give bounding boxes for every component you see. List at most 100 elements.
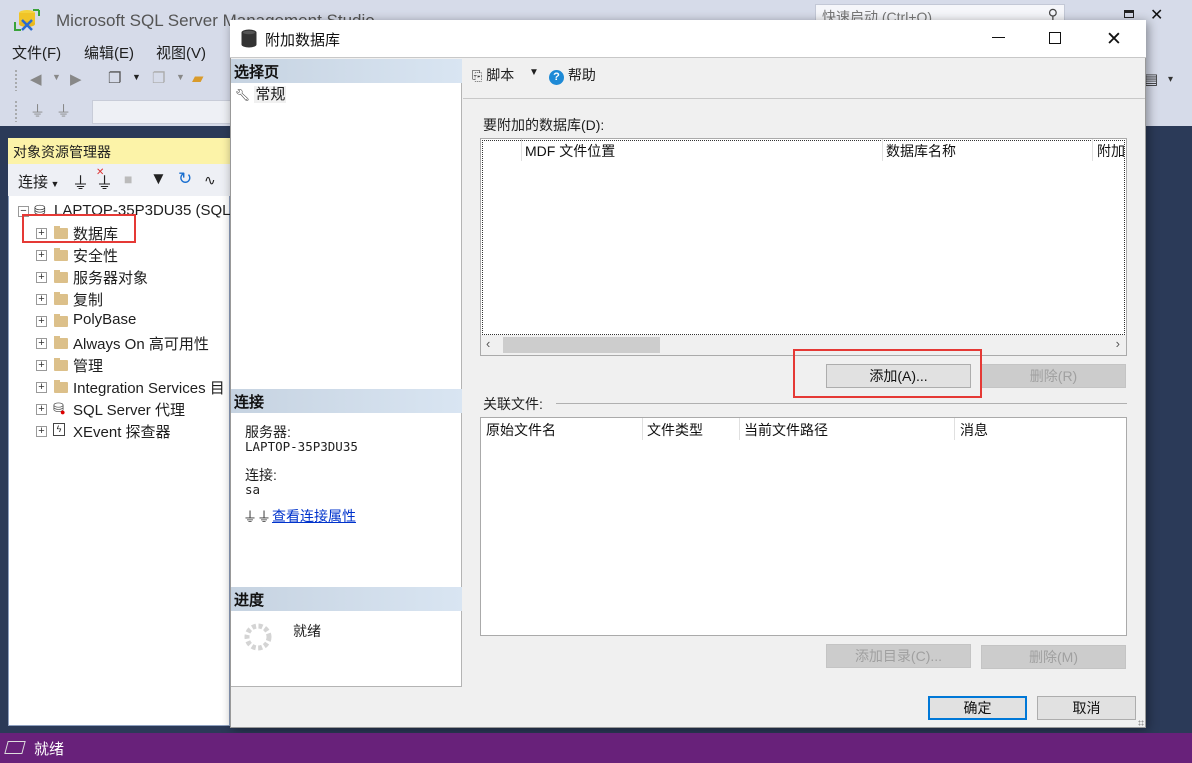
toolbar-grip[interactable] <box>14 69 18 91</box>
add-catalog-button[interactable]: 添加目录(C)... <box>826 644 971 668</box>
help-button[interactable]: ? 帮助 <box>549 65 596 85</box>
column-separator <box>739 418 740 440</box>
column-header-original-file-name[interactable]: 原始文件名 <box>486 420 556 440</box>
database-selector[interactable] <box>92 100 232 124</box>
column-separator <box>521 139 522 161</box>
scroll-right-icon[interactable]: › <box>1116 336 1120 351</box>
status-text: 就绪 <box>34 741 65 758</box>
disconnect-icon[interactable]: ✕ ⏚ <box>96 167 113 194</box>
connect-dropdown[interactable]: 连接 ▼ <box>18 171 59 192</box>
expand-icon[interactable]: + <box>36 294 47 305</box>
scroll-left-icon[interactable]: ‹ <box>486 336 490 351</box>
cancel-button[interactable]: 取消 <box>1037 696 1136 720</box>
connect-icon[interactable]: ⏚ <box>30 100 45 121</box>
app-maximize-button[interactable] <box>1124 10 1134 18</box>
new-item-icon[interactable]: ❐ <box>152 69 165 87</box>
tree-label: PolyBase <box>73 311 137 328</box>
separator-line <box>556 403 1127 404</box>
connect-plug-icon[interactable]: ⏚ <box>72 169 89 194</box>
folder-icon <box>54 314 68 327</box>
column-header-database-name[interactable]: 数据库名称 <box>886 141 956 161</box>
dialog-toolbar: ⎘ 脚本 ▼ ? 帮助 <box>463 59 1145 99</box>
new-item-dropdown-icon[interactable]: ▼ <box>176 72 185 82</box>
object-explorer-title: 对象资源管理器 <box>8 138 230 164</box>
expand-icon[interactable]: + <box>36 338 47 349</box>
expand-icon[interactable]: + <box>36 382 47 393</box>
refresh-icon[interactable]: ↻ <box>178 169 192 189</box>
menu-edit[interactable]: 编辑(E) <box>84 42 134 63</box>
menu-view[interactable]: 视图(V) <box>156 42 206 63</box>
ok-button[interactable]: 确定 <box>928 696 1027 720</box>
expand-icon[interactable]: + <box>36 360 47 371</box>
tree-node-server-objects[interactable]: + 服务器对象 <box>8 266 230 288</box>
select-page-header: 选择页 <box>231 59 462 83</box>
progress-spinner-icon <box>244 623 272 651</box>
column-header-message[interactable]: 消息 <box>960 420 988 440</box>
script-label: 脚本 <box>486 67 515 83</box>
tree-node-integration-services[interactable]: + Integration Services 目 <box>8 376 230 398</box>
column-header-attach-as[interactable]: 附加 <box>1097 141 1125 161</box>
open-folder-icon[interactable]: ▰ <box>192 69 204 87</box>
grid-focus-rect <box>482 140 1125 335</box>
tree-node-management[interactable]: + 管理 <box>8 354 230 376</box>
dialog-close-button[interactable]: ✕ <box>1106 28 1122 51</box>
resize-grip[interactable] <box>1138 720 1144 726</box>
expand-icon[interactable]: + <box>36 404 47 415</box>
tree-node-polybase[interactable]: + PolyBase <box>8 310 230 332</box>
remove-file-button[interactable]: 删除(M) <box>981 645 1126 669</box>
related-files-label: 关联文件: <box>483 396 543 412</box>
script-dropdown-icon[interactable]: ▼ <box>529 67 539 78</box>
tree-node-replication[interactable]: + 复制 <box>8 288 230 310</box>
column-separator <box>954 418 955 440</box>
tree-node-always-on[interactable]: + Always On 高可用性 <box>8 332 230 354</box>
stop-icon[interactable]: ■ <box>124 171 132 187</box>
expand-icon[interactable]: + <box>36 272 47 283</box>
tree-node-xevent[interactable]: + ϟ XEvent 探查器 <box>8 420 230 442</box>
remove-database-button[interactable]: 删除(R) <box>981 364 1126 388</box>
database-icon <box>241 29 257 48</box>
tree-label: 安全性 <box>73 248 119 265</box>
connection-plug-icon: ⏚⏚ <box>243 509 271 525</box>
script-button[interactable]: ⎘ 脚本 <box>472 65 514 85</box>
related-files-grid[interactable]: 原始文件名 文件类型 当前文件路径 消息 <box>480 417 1127 636</box>
page-general[interactable]: 🔧︎ 常规 <box>235 83 287 104</box>
tree-node-sql-agent[interactable]: + ⛁ ● SQL Server 代理 <box>8 398 230 420</box>
column-separator <box>882 139 883 161</box>
back-dropdown-icon[interactable]: ▼ <box>52 72 61 82</box>
toolbar-overflow-icon[interactable]: ▾ <box>1168 74 1173 85</box>
annotation-highlight <box>793 349 982 398</box>
tree-label: Integration Services 目 <box>73 380 225 397</box>
activity-monitor-icon[interactable]: ∿ <box>204 172 216 189</box>
change-connection-icon[interactable]: ⏚ <box>56 100 71 121</box>
help-label: 帮助 <box>567 67 596 83</box>
toolbox-icon[interactable]: ▤ <box>1144 70 1158 88</box>
status-bar <box>0 733 1192 763</box>
new-query-dropdown-icon[interactable]: ▼ <box>132 72 141 82</box>
expand-icon[interactable]: + <box>36 426 47 437</box>
dialog-maximize-button[interactable] <box>1049 32 1061 44</box>
forward-icon[interactable]: ▶ <box>70 70 82 88</box>
tree-node-security[interactable]: + 安全性 <box>8 244 230 266</box>
back-icon[interactable]: ◀ <box>30 70 42 88</box>
toolbar-grip[interactable] <box>14 100 18 122</box>
filter-icon[interactable]: ▼ <box>150 169 167 189</box>
view-connection-properties-link[interactable]: 查看连接属性 <box>272 506 356 526</box>
connection-header: 连接 <box>231 389 462 413</box>
chevron-down-icon: ▼ <box>48 179 60 189</box>
expand-icon[interactable]: + <box>36 250 47 261</box>
annotation-highlight <box>22 214 136 243</box>
dialog-title: 附加数据库 <box>265 32 341 49</box>
menu-file[interactable]: 文件(F) <box>12 42 61 63</box>
column-header-file-type[interactable]: 文件类型 <box>647 420 703 440</box>
tree-label: 管理 <box>73 358 104 375</box>
app-close-button[interactable]: ✕ <box>1150 5 1163 25</box>
scrollbar-thumb[interactable] <box>503 337 660 353</box>
new-query-icon[interactable]: ❐ <box>108 69 121 87</box>
script-icon: ⎘ <box>472 68 483 83</box>
dialog-minimize-button[interactable] <box>992 37 1005 38</box>
column-header-current-file-path[interactable]: 当前文件路径 <box>744 420 828 440</box>
column-header-mdf-location[interactable]: MDF 文件位置 <box>525 141 615 161</box>
ssms-logo-icon <box>14 9 40 31</box>
databases-grid[interactable]: MDF 文件位置 数据库名称 附加 ‹ › <box>480 138 1127 356</box>
expand-icon[interactable]: + <box>36 316 47 327</box>
